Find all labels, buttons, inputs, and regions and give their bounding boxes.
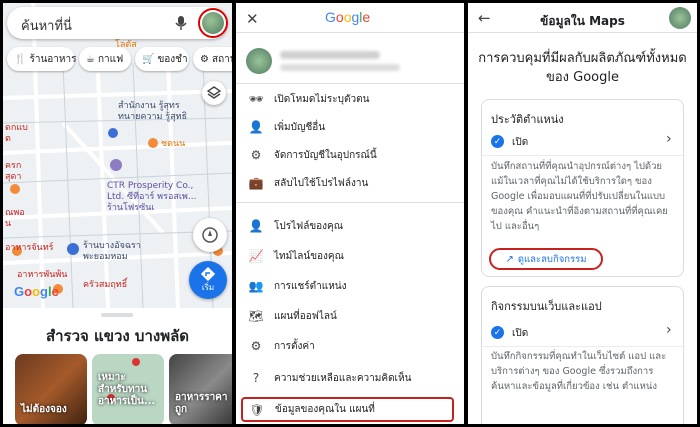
avatar[interactable] <box>246 48 272 74</box>
compass-icon <box>202 227 218 243</box>
your-data-in-maps-screen: ← ข้อมูลใน Maps การควบคุมที่มีผลกับผลิตภ… <box>468 3 697 424</box>
switch-profile-icon: 💼 <box>248 176 264 190</box>
directions-icon <box>201 266 215 281</box>
map-label-phanphon: อาหารพันพ้น <box>17 270 68 280</box>
explore-card-cheap-food[interactable]: อาหารราคา ถูก <box>169 354 232 424</box>
offline-maps-icon: 🗺 <box>248 309 264 323</box>
map-label-office: สำนักงาน รู้สุทร ทนายความ รู้สุทธิ <box>118 101 188 122</box>
map-view[interactable]: โลตัส สำนักงาน รู้สุทร ทนายความ รู้สุทธิ… <box>3 3 232 308</box>
web-activity-status-row[interactable]: ✓ เปิด › <box>482 321 685 345</box>
timeline-icon: 📈 <box>248 249 264 263</box>
logo-letter: G <box>325 9 336 25</box>
data-shield-icon: 🛡 <box>249 402 265 417</box>
divider <box>468 32 697 33</box>
close-icon[interactable]: ✕ <box>246 10 259 28</box>
menu-item-add-account[interactable]: 👤 เพิ่มบัญชีอื่น <box>236 114 464 140</box>
fork-knife-icon: 🍴 <box>14 53 27 65</box>
view-delete-activity-button[interactable]: ↗ ดูและลบกิจกรรม <box>489 248 603 270</box>
directions-button[interactable]: เริ่ม <box>189 261 227 299</box>
microphone-icon[interactable] <box>175 15 187 35</box>
map-label-left-b: ณพอ น <box>5 208 25 229</box>
chevron-right-icon: › <box>666 322 672 338</box>
divider <box>236 83 464 84</box>
trend-icon: ↗ <box>505 253 514 265</box>
menu-item-offline-maps[interactable]: 🗺 แผนที่ออฟไลน์ <box>236 303 464 329</box>
my-location-button[interactable] <box>193 218 227 252</box>
help-icon: ? <box>252 371 260 385</box>
profile-icon: 👤 <box>248 219 264 233</box>
map-label-left-c: ดกแบ ต <box>5 123 28 144</box>
controls-heading: การควบคุมที่มีผลกับผลิตภัณฑ์ทั้งหมดของ G… <box>478 51 687 85</box>
chevron-right-icon: › <box>666 131 672 147</box>
gear-icon: ⚙ <box>200 53 209 65</box>
settings-icon: ⚙ <box>250 339 262 353</box>
divider <box>482 346 685 347</box>
logo-letter: e <box>362 9 371 25</box>
pin-icon <box>132 358 140 366</box>
menu-item-profile[interactable]: 👤 โปรไฟล์ของคุณ <box>236 213 464 239</box>
web-activity-card: กิจกรรมบนเว็บและแอป ✓ เปิด › บันทึกกิจกร… <box>481 286 685 424</box>
map-label-chodenn: ชดนน <box>161 139 186 149</box>
divider <box>236 202 464 203</box>
explore-card-no-reservation[interactable]: ไม่ต้องจอง <box>15 354 87 424</box>
incognito-icon: 🕶 <box>248 92 264 106</box>
explore-sheet[interactable]: สำรวจ แขวง บางพลัด ไม่ต้องจอง เหมาะ สำหร… <box>3 308 232 424</box>
account-email-blurred <box>280 64 400 71</box>
directions-label: เริ่ม <box>201 282 215 292</box>
divider <box>482 155 685 156</box>
page-title: ข้อมูลใน Maps <box>540 14 625 28</box>
location-history-title: ประวัติตำแหน่ง <box>491 113 564 126</box>
location-history-status-row[interactable]: ✓ เปิด › <box>482 130 685 154</box>
check-icon: ✓ <box>491 326 504 339</box>
map-label-shop: ร้านบางอัจฉรา พะยอมหอม <box>83 241 141 262</box>
avatar[interactable] <box>669 7 691 29</box>
menu-item-incognito[interactable]: 🕶 เปิดโหมดไม่ระบุตัวตน <box>236 86 464 112</box>
account-name-blurred <box>280 51 380 59</box>
search-input[interactable]: ค้นหาที่นี่ <box>21 15 72 36</box>
location-sharing-icon: 👥 <box>248 279 264 293</box>
layers-icon <box>207 86 221 99</box>
menu-item-help[interactable]: ? ความช่วยเหลือและความคิดเห็น <box>236 365 464 391</box>
location-history-status: เปิด <box>512 137 529 148</box>
map-label-chanth: อาหารจันทร์ <box>5 243 54 253</box>
location-history-card: ประวัติตำแหน่ง ✓ เปิด › บันทึกสถานที่ที่… <box>481 99 685 277</box>
menu-item-work-profile[interactable]: 💼 สลับไปใช้โปรไฟล์งาน <box>236 170 464 196</box>
explore-card-dining[interactable]: เหมาะ สำหรับทาน อาหารเป็น... <box>92 354 164 424</box>
search-bar[interactable]: ค้นหาที่นี่ <box>7 7 228 39</box>
sheet-title: สำรวจ แขวง บางพลัด <box>45 327 190 345</box>
view-delete-activity-label: ดูและลบกิจกรรม <box>517 253 587 265</box>
menu-item-timeline[interactable]: 📈 ไทม์ไลน์ของคุณ <box>236 243 464 269</box>
sheet-handle[interactable] <box>101 313 133 317</box>
chip-groceries[interactable]: 🛒 ของชำ <box>135 47 189 71</box>
divider <box>236 32 464 33</box>
chip-more[interactable]: ⚙สถาน <box>193 47 232 71</box>
avatar <box>202 12 224 34</box>
manage-accounts-icon: ⚙ <box>250 148 262 162</box>
account-menu-screen: ✕ Google 🕶 เปิดโหมดไม่ระบุตัวตน 👤 เพิ่มบัญ… <box>236 3 464 424</box>
menu-item-your-data-in-maps[interactable]: 🛡 ข้อมูลของคุณใน แผนที่ <box>241 397 454 422</box>
web-activity-description: บันทึกกิจกรรมที่คุณทำในเว็บไซต์ แอป และบ… <box>491 351 667 392</box>
chip-restaurants[interactable]: 🍴 ร้านอาหาร <box>7 47 76 71</box>
web-activity-status: เปิด <box>512 328 529 339</box>
cart-icon: 🛒 <box>142 53 155 65</box>
logo-letter: o <box>335 9 344 25</box>
coffee-icon: ☕ <box>86 53 95 65</box>
menu-item-settings[interactable]: ⚙ การตั้งค่า <box>236 333 464 359</box>
google-logo: Google <box>14 284 59 299</box>
map-label-company: CTR Prosperity Co., Ltd. ซีทีอาร์ พรอสเพ… <box>107 181 197 213</box>
layers-button[interactable] <box>202 81 226 105</box>
menu-item-location-sharing[interactable]: 👥 การแชร์ตำแหน่ง <box>236 273 464 299</box>
location-history-description: บันทึกสถานที่ที่คุณนำอุปกรณ์ต่างๆ ไปด้วย… <box>491 161 668 232</box>
maps-home-screen: โลตัส สำนักงาน รู้สุทร ทนายความ รู้สุทธิ… <box>3 3 232 424</box>
menu-item-manage-accounts[interactable]: ⚙ จัดการบัญชีในอุปกรณ์นี้ <box>236 142 464 168</box>
map-label-left-a: ครก สุดา <box>5 161 22 182</box>
check-icon: ✓ <box>491 135 504 148</box>
chip-coffee[interactable]: ☕ กาแฟ <box>79 47 131 71</box>
google-logo: Google <box>325 9 370 25</box>
account-avatar-button[interactable] <box>198 8 228 38</box>
web-activity-title: กิจกรรมบนเว็บและแอป <box>491 300 602 313</box>
map-label-krua: ครัวสมฤทธิ์ <box>83 280 128 290</box>
add-account-icon: 👤 <box>248 120 264 134</box>
